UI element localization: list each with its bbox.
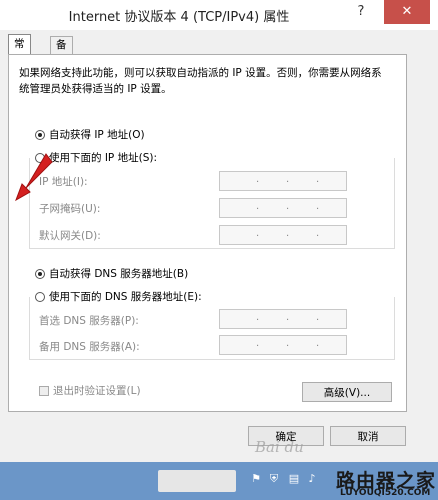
help-button[interactable]: ? [344, 0, 378, 24]
dns-auto-radio[interactable]: 自动获得 DNS 服务器地址(B) [35, 266, 188, 281]
baidu-watermark: Bai du [255, 438, 304, 456]
taskbar: ⚑ ⛨ ▤ ♪ 路由器之家 LUYOUQI520.COM [0, 462, 438, 500]
preferred-dns-input[interactable]: ... [219, 309, 347, 329]
dns-auto-label: 自动获得 DNS 服务器地址(B) [49, 268, 189, 280]
title-bar: Internet 协议版本 4 (TCP/IPv4) 属性 ? ✕ [0, 0, 438, 30]
radio-checked-icon [35, 268, 45, 279]
subnet-mask-input[interactable]: ... [219, 198, 347, 218]
validate-checkbox[interactable]: 退出时验证设置(L) [39, 383, 141, 398]
preferred-dns-label: 首选 DNS 服务器(P): [39, 315, 139, 327]
ip-address-input[interactable]: ... [219, 171, 347, 191]
close-button[interactable]: ✕ [384, 0, 430, 24]
window-title: Internet 协议版本 4 (TCP/IPv4) 属性 [68, 10, 290, 25]
network-icon[interactable]: ▤ [288, 473, 300, 485]
advanced-button[interactable]: 高级(V)... [302, 382, 392, 402]
default-gateway-label: 默认网关(D): [39, 230, 101, 242]
alternate-dns-input[interactable]: ... [219, 335, 347, 355]
tab-alternate-config[interactable]: 备用配置 [50, 36, 73, 102]
cancel-button[interactable]: 取消 [330, 426, 406, 446]
ip-auto-label: 自动获得 IP 地址(O) [49, 129, 145, 141]
flag-icon[interactable]: ⚑ [250, 473, 262, 485]
alternate-dns-label: 备用 DNS 服务器(A): [39, 341, 140, 353]
checkbox-icon [39, 385, 49, 396]
tab-general[interactable]: 常规 [8, 34, 31, 69]
shield-icon[interactable]: ⛨ [268, 473, 280, 485]
blurred-region [158, 470, 236, 492]
general-panel: 如果网络支持此功能，则可以获取自动指派的 IP 设置。否则，你需要从网络系统管理… [8, 54, 407, 412]
default-gateway-input[interactable]: ... [219, 225, 347, 245]
dialog-window: Internet 协议版本 4 (TCP/IPv4) 属性 ? ✕ 常规 备用配… [0, 0, 438, 462]
red-arrow-annotation [15, 153, 53, 202]
volume-icon[interactable]: ♪ [306, 473, 318, 485]
radio-checked-icon [35, 129, 45, 140]
validate-label: 退出时验证设置(L) [53, 385, 141, 397]
ip-auto-radio[interactable]: 自动获得 IP 地址(O) [35, 127, 145, 142]
watermark-url: LUYOUQI520.COM [340, 488, 431, 498]
description-text: 如果网络支持此功能，则可以获取自动指派的 IP 设置。否则，你需要从网络系统管理… [19, 67, 382, 95]
